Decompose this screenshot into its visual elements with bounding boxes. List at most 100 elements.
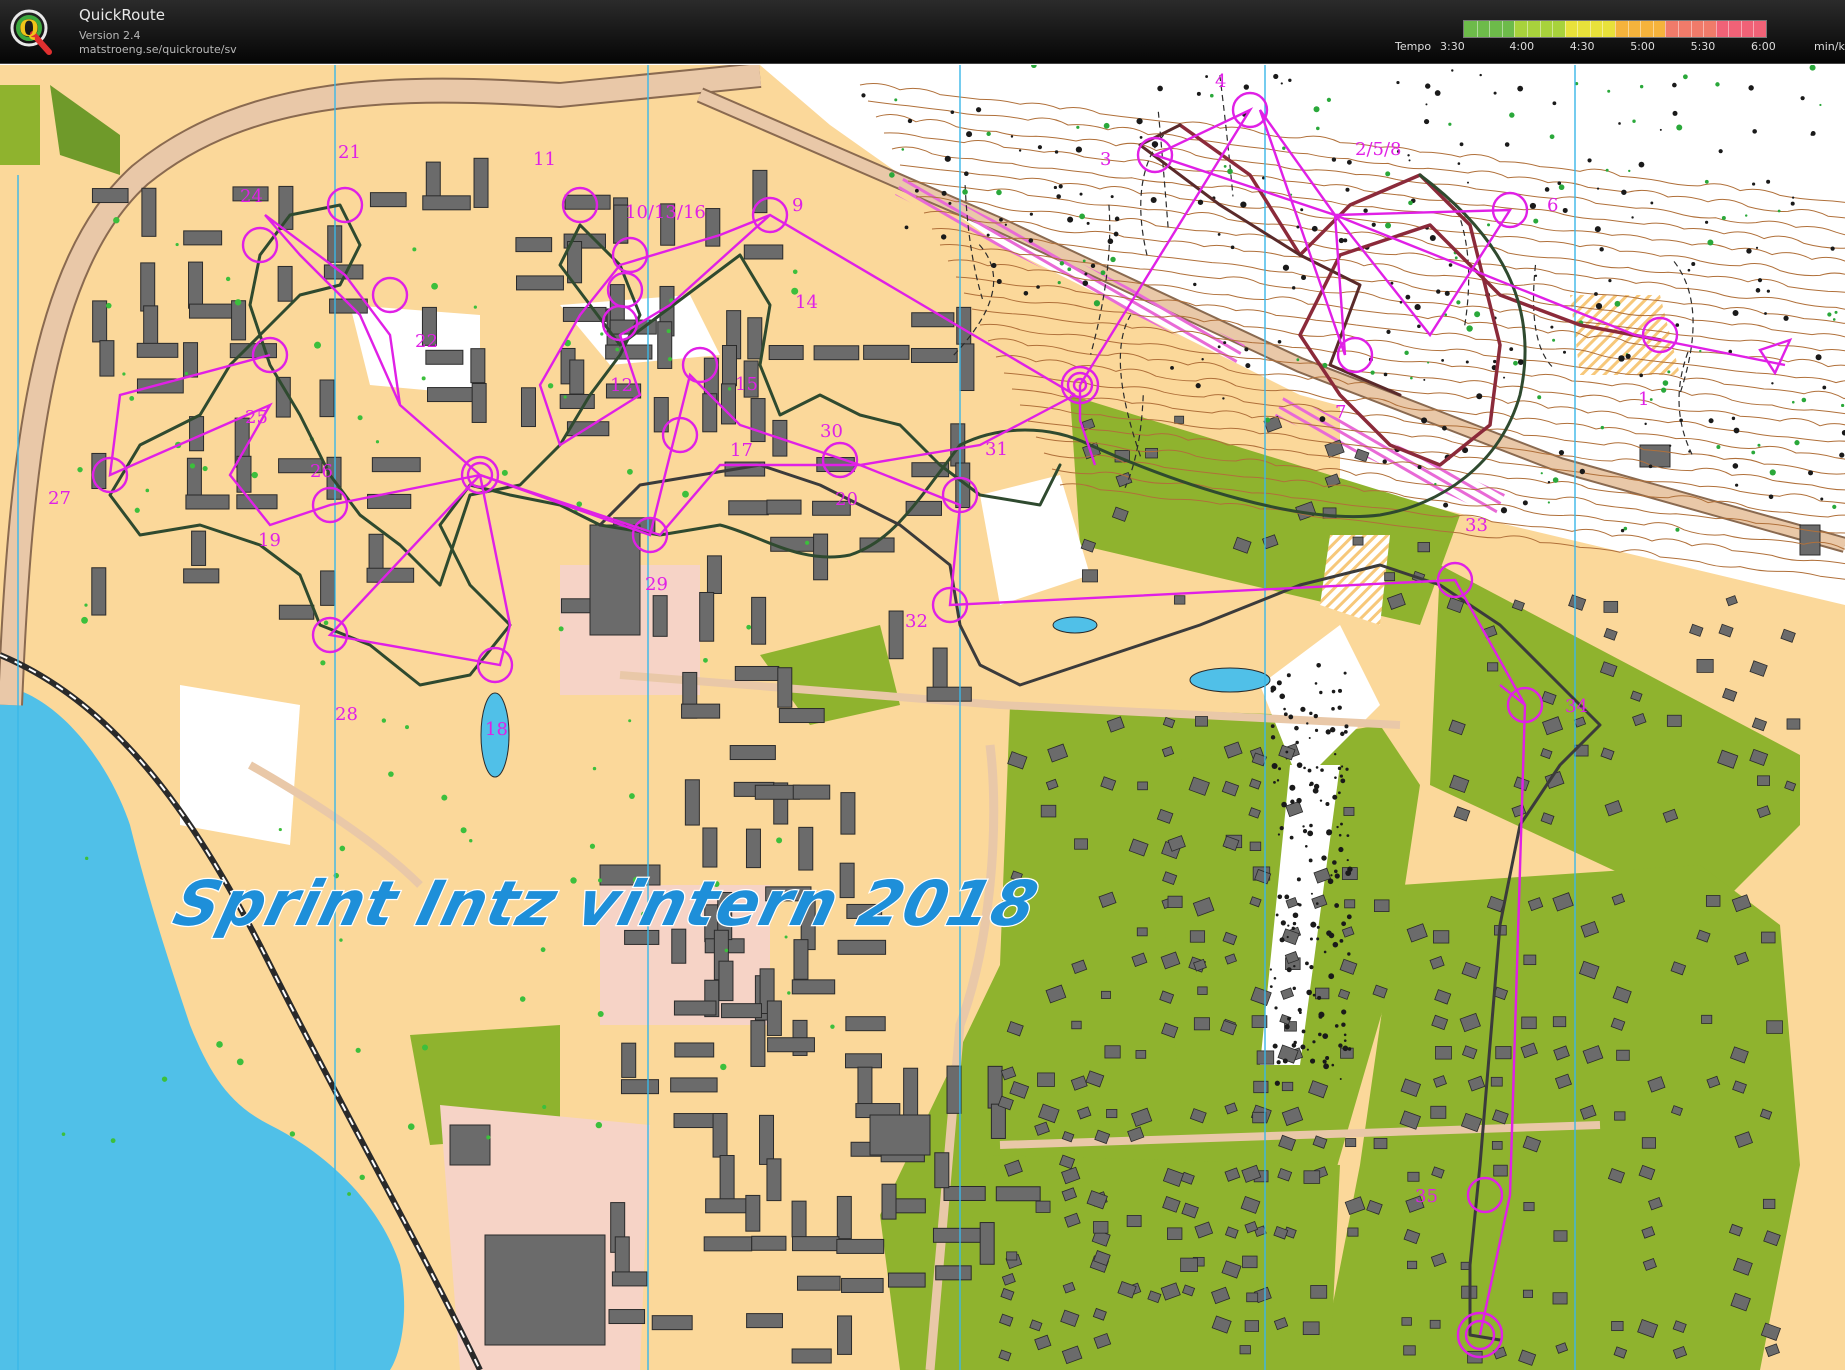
terrain-dot [1338, 846, 1344, 853]
building [887, 1272, 926, 1288]
tree-dot [359, 1174, 365, 1181]
terrain-dot [1819, 103, 1822, 107]
terrain-dot [1605, 168, 1609, 172]
terrain-dot [1608, 279, 1612, 283]
app-url[interactable]: matstroeng.se/quickroute/sv [79, 43, 237, 56]
building [136, 342, 179, 358]
terrain-dot [941, 190, 947, 196]
terrain-dot [1549, 134, 1555, 140]
terrain-dot [1382, 459, 1387, 464]
terrain-dot [904, 225, 909, 230]
pace-scale-gridline [1552, 21, 1554, 37]
house [1249, 841, 1262, 851]
building [747, 317, 763, 360]
terrain-dot [1082, 280, 1089, 286]
terrain-dot [1558, 450, 1565, 456]
tree-dot [129, 396, 135, 401]
house [1701, 1014, 1713, 1024]
pace-scale-gridline [1514, 21, 1516, 37]
terrain-dot [1037, 145, 1043, 150]
building [759, 1114, 775, 1165]
control-label: 21 [338, 142, 361, 163]
terrain-dot [1334, 776, 1337, 779]
terrain-dot [1323, 1063, 1329, 1070]
terrain-dot [1442, 425, 1447, 431]
terrain-dot [1596, 187, 1600, 190]
terrain-dot [1454, 256, 1458, 260]
building [791, 1348, 832, 1364]
terrain-dot [1383, 372, 1388, 377]
terrain-dot [1217, 232, 1221, 236]
terrain-dot [1110, 256, 1116, 263]
terrain-dot [1076, 125, 1080, 129]
terrain-dot [1699, 349, 1702, 353]
terrain-dot [1659, 128, 1662, 131]
terrain-dot [1323, 950, 1327, 954]
house [1189, 930, 1206, 943]
tree-dot [595, 1121, 603, 1129]
terrain-dot [1057, 280, 1061, 285]
terrain-dot [1311, 225, 1318, 232]
map-canvas[interactable]: 2/5/8 3 4 6 7 1 9 10/13/16 11 12 14 15 1… [0, 65, 1845, 1370]
terrain-dot [1337, 766, 1342, 771]
terrain-dot [1340, 778, 1346, 784]
terrain-dot [1244, 347, 1249, 352]
terrain-dot [1018, 149, 1022, 152]
terrain-dot [1329, 727, 1336, 733]
terrain-dot [1764, 312, 1767, 315]
terrain-dot [1346, 159, 1352, 165]
building [425, 161, 441, 201]
tree-dot [627, 468, 633, 475]
building [470, 348, 486, 384]
terrain-dot [1407, 154, 1410, 157]
terrain-dot [1309, 711, 1313, 716]
building [140, 262, 156, 312]
building [371, 457, 421, 473]
building [183, 230, 223, 246]
terrain-dot [1345, 767, 1349, 771]
terrain-dot [1648, 464, 1653, 469]
building [792, 784, 831, 800]
building [777, 667, 793, 708]
terrain-dot [1342, 1045, 1349, 1052]
tree-dot [113, 217, 120, 224]
terrain-dot [1276, 1060, 1281, 1065]
terrain-dot [986, 131, 991, 137]
terrain-dot [1751, 450, 1756, 455]
tree-dot [422, 1044, 429, 1051]
terrain-dot [1517, 85, 1524, 92]
house [1174, 415, 1185, 424]
terrain-dot [1768, 494, 1774, 500]
terrain-dot [1562, 207, 1568, 213]
building [91, 567, 107, 616]
building [791, 1200, 807, 1238]
orienteering-map[interactable]: 2/5/8 3 4 6 7 1 9 10/13/16 11 12 14 15 1… [0, 65, 1845, 1370]
house [1071, 1020, 1082, 1030]
terrain-dot [986, 233, 990, 237]
house [1136, 927, 1148, 937]
building [798, 826, 814, 871]
terrain-dot [1676, 124, 1683, 131]
terrain-dot [1343, 1033, 1347, 1037]
building [657, 321, 673, 369]
terrain-dot [1552, 338, 1556, 342]
terrain-dot [1444, 290, 1450, 296]
building [743, 244, 784, 260]
building [91, 188, 129, 204]
building [143, 305, 159, 345]
house [1093, 1221, 1109, 1234]
terrain-dot [1822, 385, 1827, 390]
terrain-dot [1227, 168, 1233, 175]
building [471, 383, 487, 423]
terrain-dot [1650, 201, 1654, 205]
tree-dot [486, 1135, 491, 1140]
terrain-dot [1769, 469, 1776, 476]
building [705, 1198, 750, 1214]
terrain-dot [1292, 986, 1296, 991]
tree-dot [540, 947, 546, 953]
terrain-dot [1331, 689, 1336, 694]
green-area [0, 85, 40, 165]
building [188, 303, 237, 319]
terrain-dot [1721, 215, 1726, 220]
terrain-dot [1217, 345, 1221, 349]
